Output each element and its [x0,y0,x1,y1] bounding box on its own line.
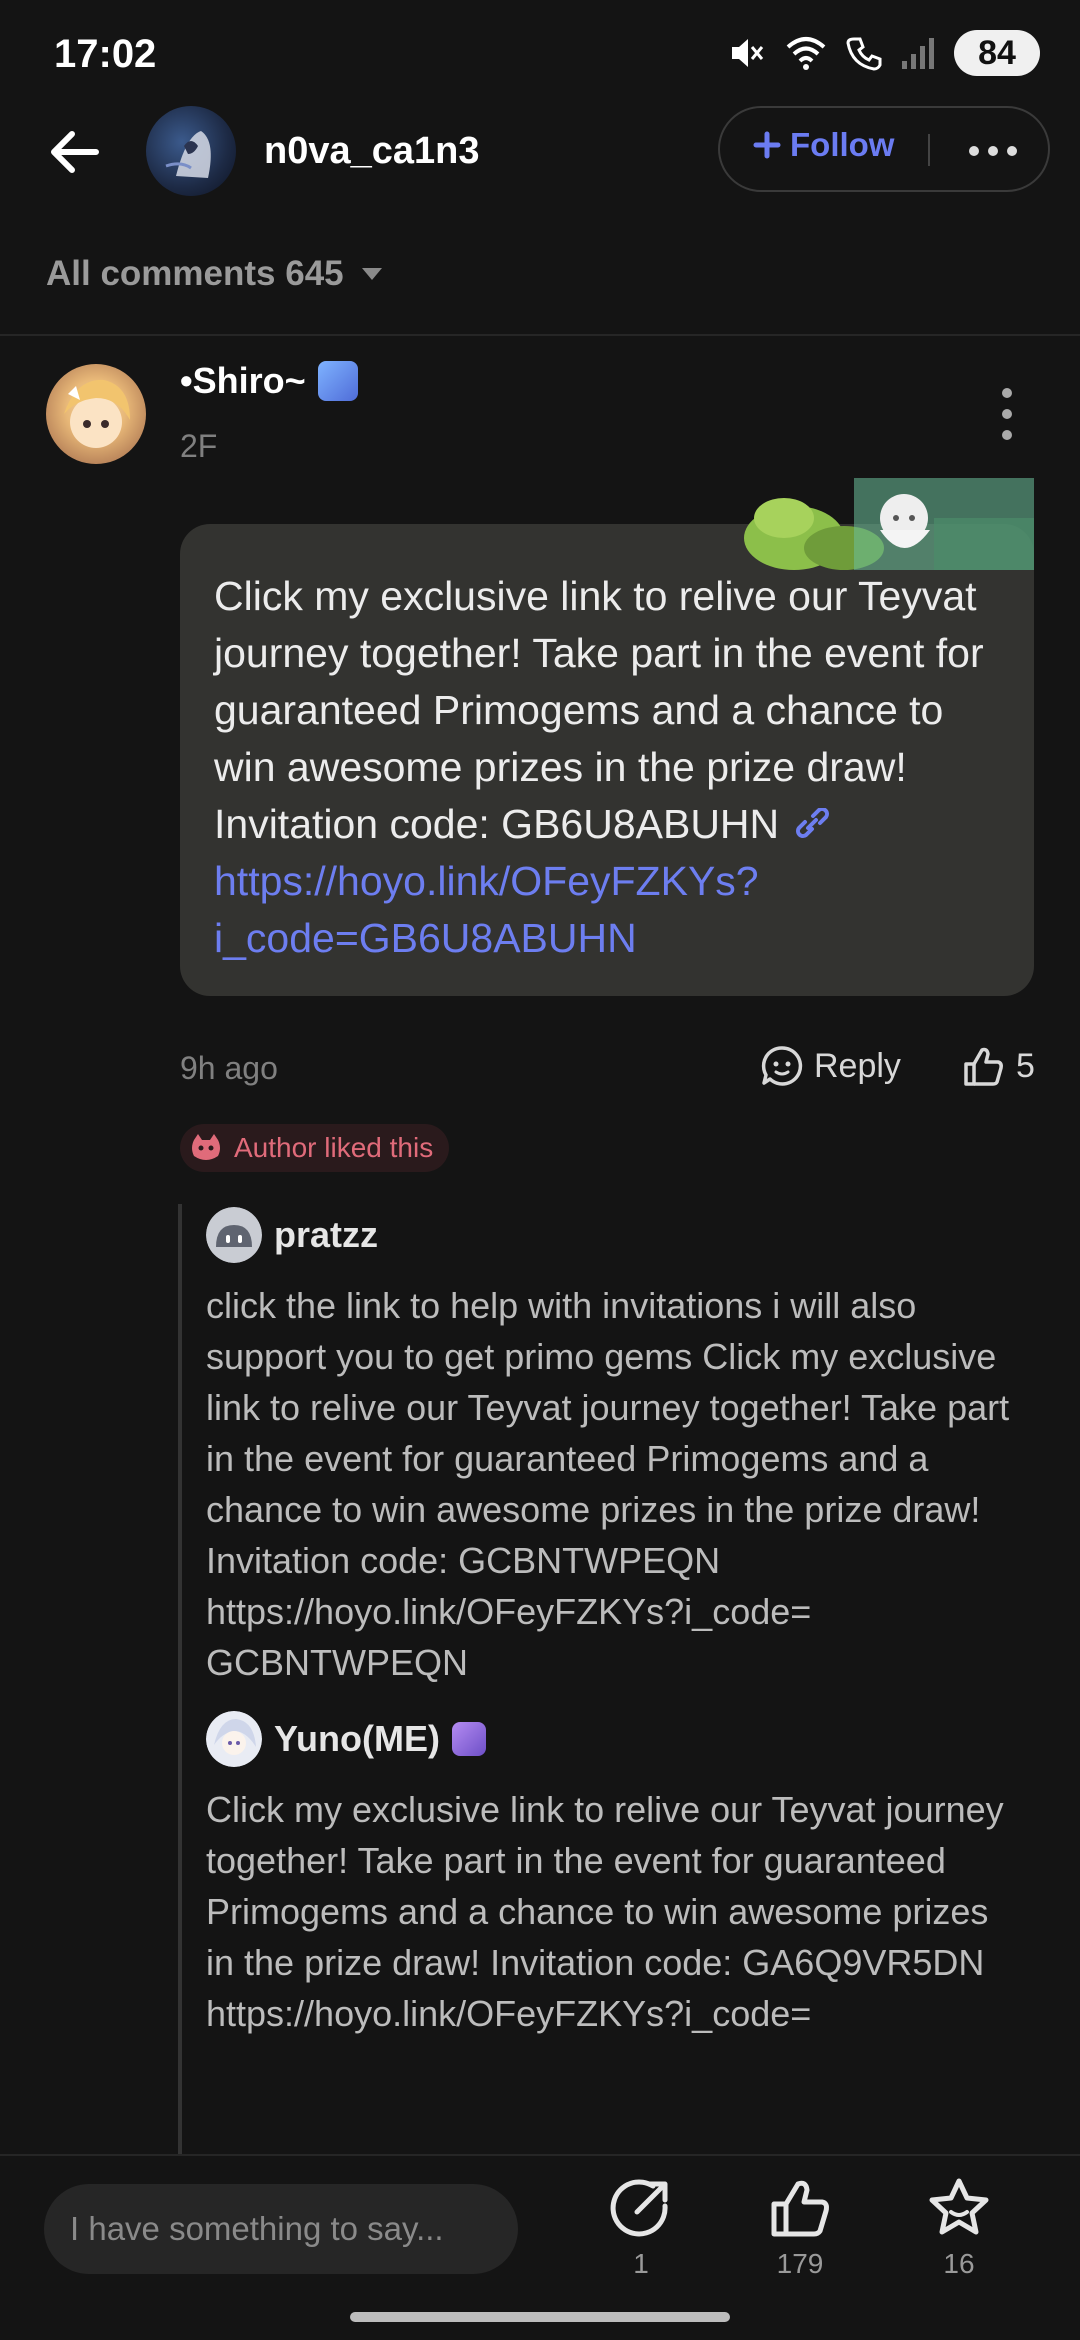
more-dot-icon [1007,146,1017,156]
share-button[interactable]: 1 [586,2176,696,2280]
comments-title: All comments 645 [46,254,344,293]
commenter-avatar[interactable] [46,364,146,464]
post-comments-screen: 17:02 84 n0va_ca1n3 Follow All comments … [0,0,1080,2340]
more-dot-icon [988,146,998,156]
comment-frame-decoration [744,478,1034,570]
divider [0,334,1080,336]
comment-menu-button[interactable] [996,388,1018,440]
comment-body: Click my exclusive link to relive our Te… [214,568,1002,967]
comment-bubble: Click my exclusive link to relive our Te… [180,524,1034,996]
reply-avatar[interactable] [206,1711,262,1767]
thumbs-up-icon [964,1047,1003,1086]
reply-thread: pratzz click the link to help with invit… [178,1204,1042,2164]
collect-count: 16 [943,2248,975,2279]
mute-icon [732,39,764,67]
favorite-star-icon [929,2178,989,2235]
reply-button[interactable]: Reply [760,1044,901,1088]
invitation-link[interactable]: https://hoyo.link/OFeyFZKYs?i_code=GB6U8… [214,858,759,961]
comment-like-button[interactable]: 5 [962,1044,1035,1088]
reply-header: Yuno(ME) [206,1710,1042,1768]
back-arrow-icon[interactable] [44,122,104,182]
like-count: 179 [776,2248,824,2279]
like-post-button[interactable]: 179 [745,2176,855,2280]
link-icon [795,808,829,838]
battery-indicator: 84 [954,30,1040,76]
floor-label: 2F [180,428,218,464]
author-liked-icon [192,1134,220,1160]
reply-avatar[interactable] [206,1207,262,1263]
commenter-avatar-art [64,379,130,448]
reply-header: pratzz [206,1206,1042,1264]
reply-text: click the link to help with invitations … [206,1285,1010,1683]
actions-divider [928,134,930,166]
menu-dot-icon [1002,430,1012,440]
signal-icon [902,38,934,69]
status-bar: 17:02 84 [0,0,1080,110]
home-indicator[interactable] [350,2312,730,2322]
share-count: 1 [633,2248,649,2279]
comment-like-count: 5 [1016,1046,1035,1085]
comments-sort-selector[interactable]: All comments 645 [46,254,384,294]
follow-button[interactable]: Follow [752,126,894,164]
commenter-name[interactable]: •Shiro~ [180,360,358,402]
comment-timestamp: 9h ago [180,1050,278,1086]
reply-bubble-icon [761,1046,803,1086]
reply-username[interactable]: pratzz [274,1214,378,1256]
wifi-icon [786,37,826,70]
header-actions: Follow [718,106,1050,192]
follow-label: Follow [790,126,895,163]
author-liked-badge: Author liked this [180,1124,450,1172]
author-username[interactable]: n0va_ca1n3 [264,130,480,173]
reply-text: Click my exclusive link to relive our Te… [206,1789,1004,2034]
reply-item[interactable]: Yuno(ME) Click my exclusive link to reli… [206,1710,1042,2039]
reply-item[interactable]: pratzz click the link to help with invit… [206,1206,1042,1688]
author-avatar[interactable] [146,106,236,196]
caret-down-icon [361,268,382,280]
comment-input[interactable] [44,2184,518,2274]
post-header: n0va_ca1n3 Follow [0,100,1080,210]
more-options-button[interactable] [958,126,1028,176]
collect-button[interactable]: 16 [904,2176,1014,2280]
menu-dot-icon [1002,409,1012,419]
share-icon [610,2179,668,2237]
menu-dot-icon [1002,388,1012,398]
comment-text: Click my exclusive link to relive our Te… [214,573,984,847]
reply-username[interactable]: Yuno(ME) [274,1718,440,1760]
call-icon [846,37,882,71]
user-badge-icon [451,1722,486,1756]
author-liked-text: Author liked this [234,1132,434,1163]
default-avatar-icon [206,1207,262,1263]
status-icons: 84 [726,30,1040,76]
reply-avatar-art [206,1711,262,1767]
author-avatar-art [165,131,211,178]
more-dot-icon [969,146,979,156]
user-badge-icon [317,361,358,401]
plus-icon [753,131,781,159]
status-time: 17:02 [54,32,157,76]
commenter-name-text: •Shiro~ [180,360,306,401]
thumbs-up-icon [771,2180,829,2237]
reply-label: Reply [814,1046,901,1085]
